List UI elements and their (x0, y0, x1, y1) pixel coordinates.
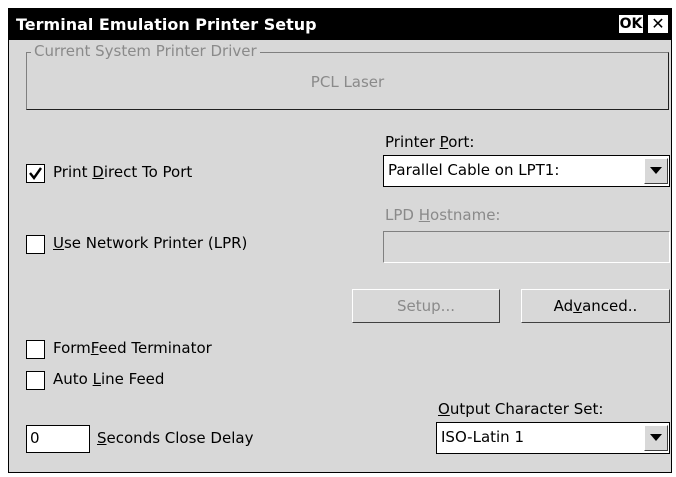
formfeed-checkbox[interactable] (26, 340, 45, 359)
chevron-down-icon (650, 434, 662, 441)
output-charset-value: ISO-Latin 1 (441, 428, 524, 446)
window-title: Terminal Emulation Printer Setup (16, 15, 317, 34)
print-direct-checkbox[interactable] (26, 164, 45, 183)
checkmark-icon (29, 167, 42, 181)
close-delay-input[interactable]: 0 (26, 425, 90, 453)
current-driver-group: PCL Laser (26, 52, 669, 110)
current-driver-label: Current System Printer Driver (31, 42, 260, 60)
printer-setup-dialog: Terminal Emulation Printer Setup OK ✕ PC… (8, 8, 672, 473)
print-direct-label[interactable]: Print Direct To Port (53, 163, 192, 181)
current-driver-value: PCL Laser (310, 73, 385, 91)
chevron-down-icon (650, 167, 662, 174)
auto-line-feed-label[interactable]: Auto Line Feed (53, 370, 164, 388)
lpd-hostname-input[interactable] (383, 231, 670, 263)
ok-button[interactable]: OK (618, 14, 644, 34)
printer-port-dropdown-button[interactable] (644, 158, 668, 184)
close-button[interactable]: ✕ (647, 14, 669, 34)
formfeed-label[interactable]: FormFeed Terminator (53, 339, 212, 357)
advanced-button[interactable]: Advanced.. (521, 289, 670, 323)
output-charset-dropdown-button[interactable] (644, 425, 668, 451)
close-delay-value: 0 (30, 429, 40, 447)
use-network-checkbox[interactable] (26, 235, 45, 254)
use-network-label[interactable]: Use Network Printer (LPR) (53, 234, 247, 252)
setup-button[interactable]: Setup... (352, 289, 500, 323)
printer-port-label: Printer Port: (385, 133, 475, 151)
auto-line-feed-checkbox[interactable] (26, 371, 45, 390)
title-bar[interactable]: Terminal Emulation Printer Setup OK ✕ (9, 9, 671, 40)
output-charset-label: Output Character Set: (438, 400, 604, 418)
printer-port-value: Parallel Cable on LPT1: (388, 161, 560, 179)
close-delay-label: Seconds Close Delay (97, 429, 254, 447)
printer-port-dropdown[interactable]: Parallel Cable on LPT1: (383, 155, 670, 187)
output-charset-dropdown[interactable]: ISO-Latin 1 (436, 422, 670, 454)
lpd-hostname-label: LPD Hostname: (385, 206, 501, 224)
